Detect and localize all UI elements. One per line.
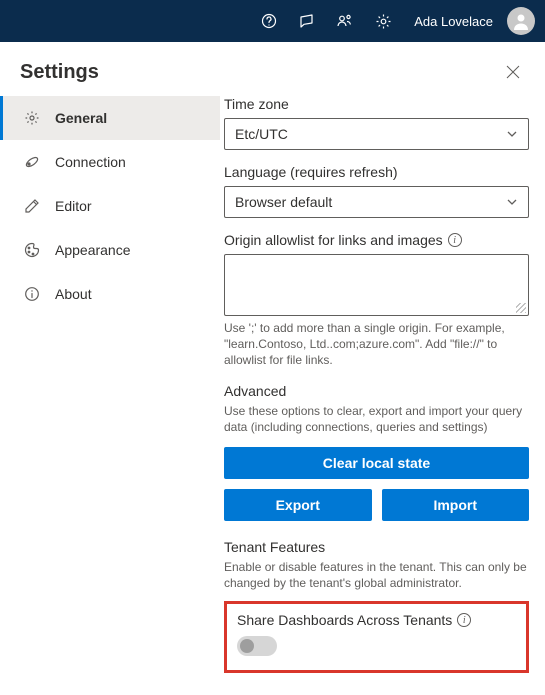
timezone-select[interactable]: Etc/UTC: [224, 118, 529, 150]
tenant-features-title: Tenant Features: [224, 539, 529, 555]
sidebar-item-label: Appearance: [55, 242, 131, 258]
chevron-down-icon: [506, 196, 518, 208]
settings-content: Time zone Etc/UTC Language (requires ref…: [220, 92, 545, 695]
info-icon: [23, 285, 41, 303]
share-dashboards-label: Share Dashboards Across Tenants i: [237, 612, 516, 628]
panel-title: Settings: [20, 61, 99, 84]
help-icon[interactable]: [252, 4, 286, 38]
sidebar-item-label: Editor: [55, 198, 92, 214]
people-icon[interactable]: [328, 4, 362, 38]
connection-icon: [23, 153, 41, 171]
export-button[interactable]: Export: [224, 489, 372, 521]
sidebar-item-about[interactable]: About: [0, 272, 220, 316]
pencil-icon: [23, 197, 41, 215]
gear-icon: [23, 109, 41, 127]
origin-allowlist-input[interactable]: [224, 254, 529, 316]
language-select[interactable]: Browser default: [224, 186, 529, 218]
chevron-down-icon: [506, 128, 518, 140]
settings-gear-icon[interactable]: [366, 4, 400, 38]
timezone-value: Etc/UTC: [235, 126, 288, 142]
share-dashboards-toggle[interactable]: [237, 636, 277, 656]
top-bar: Ada Lovelace: [0, 0, 545, 42]
sidebar-item-general[interactable]: General: [0, 96, 220, 140]
timezone-label: Time zone: [224, 96, 529, 112]
panel-header: Settings: [0, 42, 545, 92]
origin-label: Origin allowlist for links and images i: [224, 232, 529, 248]
sidebar-item-label: Connection: [55, 154, 126, 170]
avatar[interactable]: [507, 7, 535, 35]
user-name[interactable]: Ada Lovelace: [404, 14, 499, 29]
tenant-features-desc: Enable or disable features in the tenant…: [224, 559, 529, 591]
advanced-desc: Use these options to clear, export and i…: [224, 403, 529, 435]
settings-sidebar: General Connection Editor: [0, 92, 220, 695]
language-value: Browser default: [235, 194, 332, 210]
origin-hint: Use ';' to add more than a single origin…: [224, 320, 529, 369]
import-button[interactable]: Import: [382, 489, 530, 521]
language-label: Language (requires refresh): [224, 164, 529, 180]
sidebar-item-editor[interactable]: Editor: [0, 184, 220, 228]
info-icon[interactable]: i: [457, 613, 471, 627]
close-icon[interactable]: [501, 60, 525, 84]
sidebar-item-label: General: [55, 110, 107, 126]
share-dashboards-highlight: Share Dashboards Across Tenants i: [224, 601, 529, 673]
advanced-title: Advanced: [224, 383, 529, 399]
info-icon[interactable]: i: [448, 233, 462, 247]
clear-local-state-button[interactable]: Clear local state: [224, 447, 529, 479]
sidebar-item-label: About: [55, 286, 92, 302]
sidebar-item-appearance[interactable]: Appearance: [0, 228, 220, 272]
palette-icon: [23, 241, 41, 259]
feedback-icon[interactable]: [290, 4, 324, 38]
sidebar-item-connection[interactable]: Connection: [0, 140, 220, 184]
